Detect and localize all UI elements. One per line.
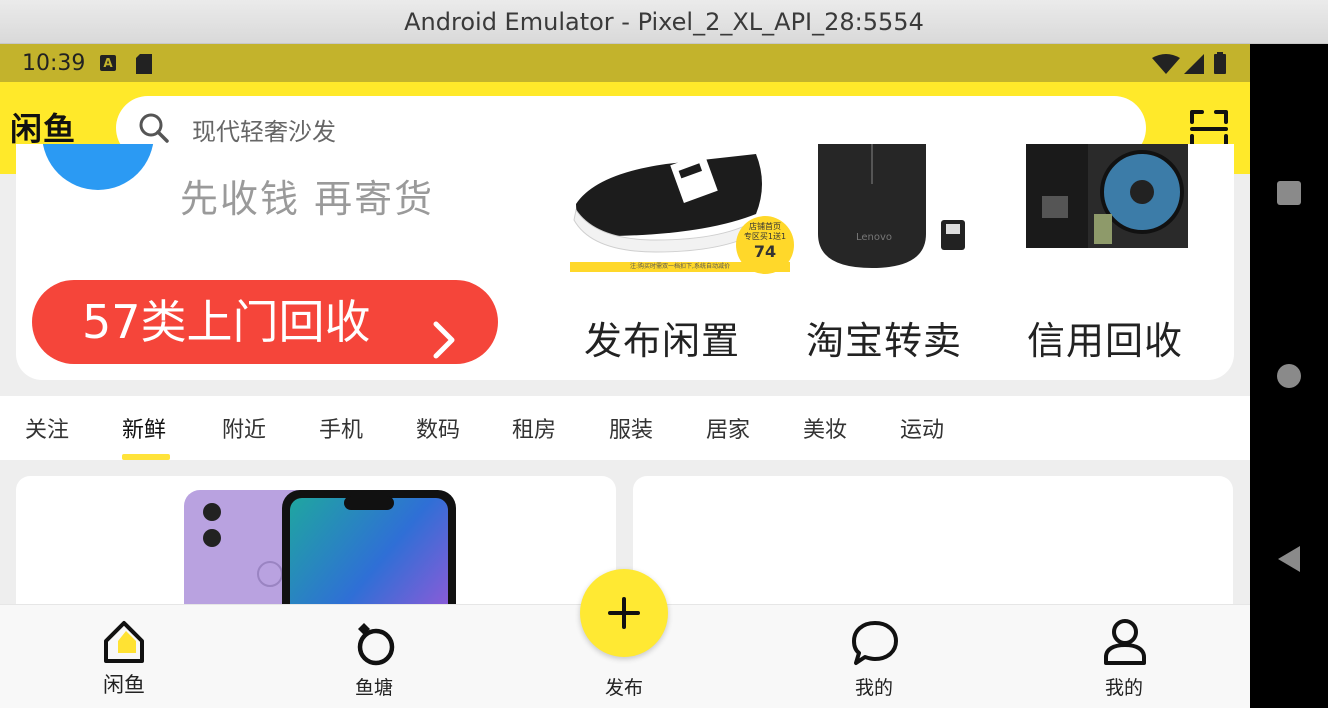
tab-clothing[interactable]: 服装 [609, 412, 653, 444]
tab-phones[interactable]: 手机 [319, 412, 363, 444]
feature-label-taobao-resell[interactable]: 淘宝转卖 [806, 310, 962, 365]
emulator-title-bar: Android Emulator - Pixel_2_XL_API_28:555… [0, 0, 1328, 44]
chevron-right-icon [430, 302, 458, 380]
plus-icon [606, 595, 642, 635]
search-icon [138, 112, 170, 148]
mouse-image[interactable]: Lenovo [806, 144, 976, 304]
cellular-signal-icon [1184, 54, 1204, 80]
search-placeholder: 现代轻奢沙发 [192, 118, 336, 146]
bottom-nav-label: 发布 [604, 677, 643, 699]
bottom-nav-label: 闲鱼 [103, 673, 145, 697]
bottom-nav-messages[interactable]: 我的 [814, 605, 934, 708]
wifi-icon [1152, 54, 1180, 80]
bottom-nav-label: 鱼塘 [354, 677, 393, 699]
battery-icon [1214, 52, 1226, 80]
emulator-side-navbar [1250, 44, 1328, 708]
tab-follow[interactable]: 关注 [25, 412, 69, 444]
bottom-navigation: 闲鱼 鱼塘 发布 我的 我的 [0, 569, 1250, 708]
feature-label-publish[interactable]: 发布闲置 [584, 310, 740, 365]
notification-a-icon: A [100, 55, 116, 71]
tab-sports[interactable]: 运动 [900, 412, 944, 444]
sd-card-icon [136, 54, 152, 80]
back-button[interactable] [1250, 544, 1328, 574]
home-button[interactable] [1250, 363, 1328, 389]
active-tab-indicator [122, 454, 170, 460]
phone-screen: 10:39 A 闲鱼 现代轻奢沙发 先收钱 再寄货 57类上门回收 店铺首页 专… [0, 44, 1250, 708]
recycle-button[interactable]: 57类上门回收 [32, 280, 498, 364]
bottom-nav-profile[interactable]: 我的 [1064, 605, 1184, 708]
bottom-nav-label: 我的 [1104, 677, 1143, 699]
bottom-nav-publish[interactable]: 发布 [564, 569, 684, 708]
bottom-nav-fish-pond[interactable]: 鱼塘 [314, 605, 434, 708]
promo-badge-number: 74 [753, 242, 777, 261]
home-icon [102, 619, 150, 669]
ring-icon [352, 619, 398, 671]
promo-note-strip: 注:购买时需双一档扣下,系统自动减价 [570, 262, 790, 272]
banner-slogan: 先收钱 再寄货 [180, 177, 435, 221]
bottom-nav-label: 我的 [854, 677, 893, 699]
category-tabs: 关注 新鲜 附近 手机 数码 租房 服装 居家 美妆 运动 [0, 396, 1250, 460]
mouse-brand-text: Lenovo [856, 232, 893, 243]
promo-badge-mid: 专区买1送1 [743, 232, 787, 241]
feature-banner: 先收钱 再寄货 57类上门回收 店铺首页 专区买1送1 74 注:购买时需双一档… [16, 144, 1234, 380]
overview-button[interactable] [1250, 180, 1328, 206]
sneaker-image[interactable]: 店铺首页 专区买1送1 74 注:购买时需双一档扣下,系统自动减价 [556, 144, 794, 304]
status-bar: 10:39 A [0, 44, 1250, 82]
promo-badge-top: 店铺首页 [749, 222, 781, 231]
tab-digital[interactable]: 数码 [416, 412, 460, 444]
message-icon [850, 619, 900, 671]
user-icon [1102, 617, 1148, 671]
tab-beauty[interactable]: 美妆 [803, 412, 847, 444]
publish-fab[interactable] [580, 569, 668, 657]
payment-logo [42, 144, 154, 190]
tab-rental[interactable]: 租房 [512, 412, 556, 444]
tab-nearby[interactable]: 附近 [222, 412, 266, 444]
bottom-nav-xianyu[interactable]: 闲鱼 [64, 605, 184, 708]
tab-home[interactable]: 居家 [706, 412, 750, 444]
power-supply-image[interactable] [1022, 144, 1192, 304]
status-time: 10:39 [22, 51, 86, 76]
recycle-button-label: 57类上门回收 [82, 295, 371, 349]
feature-label-credit-recycle[interactable]: 信用回收 [1027, 310, 1183, 365]
tab-fresh[interactable]: 新鲜 [122, 412, 166, 444]
window-title: Android Emulator - Pixel_2_XL_API_28:555… [404, 8, 924, 36]
